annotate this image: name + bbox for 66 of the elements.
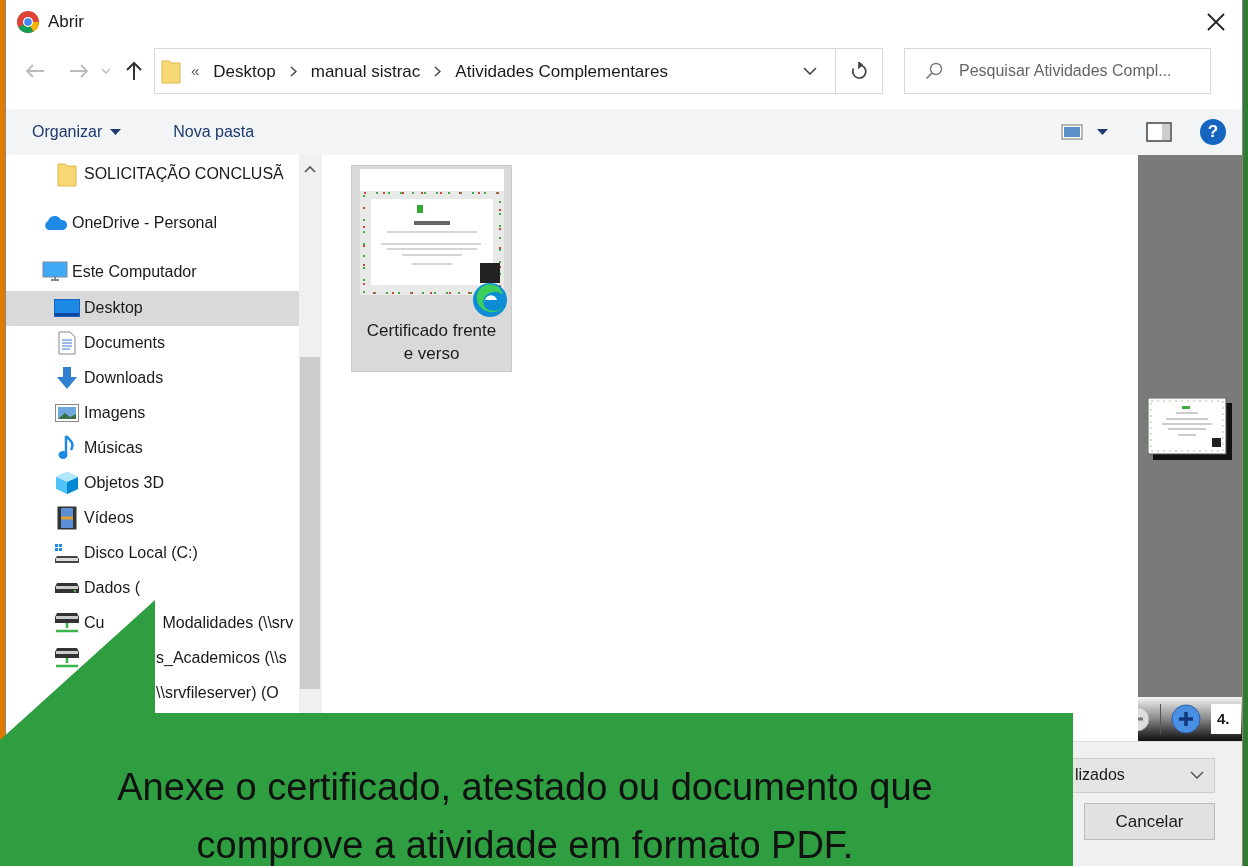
download-arrow-icon	[56, 366, 78, 391]
chevron-right-icon	[434, 65, 442, 77]
caret-icon	[1190, 771, 1204, 780]
system-drive-icon	[54, 542, 80, 565]
navigation-item[interactable]: Músicas	[6, 430, 299, 466]
computer-icon	[42, 260, 68, 283]
breadcrumb[interactable]: Atividades Complementares	[455, 58, 668, 85]
breadcrumb[interactable]: Desktop	[213, 58, 276, 85]
navigation-item[interactable]: Cu Modalidades (\\srv	[6, 605, 299, 641]
picture-icon	[55, 404, 79, 423]
navigation-item[interactable]: \\srvfileserver) (O	[6, 675, 299, 711]
breadcrumb[interactable]: manual sistrac	[310, 58, 421, 85]
navigation-item[interactable]: Documents	[6, 325, 299, 361]
cloud-icon	[42, 214, 68, 231]
caret-icon	[1097, 129, 1108, 136]
dropdown-caret-icon[interactable]	[803, 67, 817, 76]
address-bar[interactable]: « Desktop manual sistrac Atividades Complementares	[154, 48, 883, 95]
callout-text: Anexe o certificado, atestado ou documento que comprove a atividade em formato PDF.	[116, 765, 934, 866]
scrollbar-thumb[interactable]	[300, 356, 320, 689]
zoom-in-icon[interactable]	[1171, 703, 1201, 734]
forward-arrow-icon	[69, 63, 89, 80]
caret-icon	[101, 68, 111, 75]
close-icon	[1207, 12, 1225, 31]
folder-icon	[161, 58, 181, 85]
navigation-item[interactable]: s_Academicos (\\s	[6, 640, 299, 676]
file-tile[interactable]: Certificado frente e verso	[351, 164, 512, 372]
document-icon	[58, 331, 76, 356]
music-note-icon	[58, 435, 76, 462]
navigation-item[interactable]: Disco Local (C:)	[6, 535, 299, 571]
drive-icon	[54, 582, 80, 595]
cancel-button[interactable]: Cancelar	[1084, 802, 1215, 840]
window-title: Abrir	[48, 11, 84, 34]
navigation-item[interactable]: Downloads	[6, 360, 299, 396]
view-icon	[1061, 124, 1083, 141]
file-name: Certificado frente e verso	[365, 319, 498, 365]
navigation-item[interactable]: Desktop	[6, 290, 299, 326]
film-icon	[57, 506, 77, 531]
navigation-item[interactable]: Imagens	[6, 395, 299, 431]
browser-logo-icon	[16, 9, 40, 34]
network-drive-icon	[54, 612, 80, 635]
new-folder-button[interactable]: Nova pasta	[173, 120, 255, 145]
scroll-up-icon[interactable]	[304, 164, 316, 173]
overflow-chevrons[interactable]: «	[191, 60, 200, 83]
change-view-button[interactable]	[1061, 124, 1108, 141]
back-arrow-icon	[25, 63, 45, 80]
navigation-item[interactable]: SOLICITAÇÃO CONCLUSÃ	[6, 154, 299, 193]
navigation-item[interactable]: Este Computador	[6, 252, 299, 291]
folder-icon	[57, 160, 77, 187]
up-arrow-icon	[125, 61, 143, 82]
network-drive-icon	[54, 647, 80, 670]
chevron-right-icon	[289, 65, 297, 77]
search-field[interactable]: Pesquisar Atividades Compl...	[904, 48, 1211, 95]
pane-icon	[1146, 122, 1172, 143]
cube-icon	[55, 471, 79, 496]
navigation-item[interactable]: Objetos 3D	[6, 465, 299, 501]
refresh-icon	[851, 62, 867, 81]
navigation-item[interactable]: Dados (	[6, 570, 299, 606]
help-button[interactable]: ?	[1200, 119, 1226, 146]
navigation-item[interactable]: OneDrive - Personal	[6, 203, 299, 242]
preview-pane-button[interactable]	[1146, 122, 1172, 143]
search-icon	[925, 62, 943, 81]
caret-icon	[110, 129, 122, 136]
navigation-item[interactable]: Vídeos	[6, 500, 299, 536]
zoom-level-field[interactable]: 4.	[1211, 703, 1241, 734]
organize-menu[interactable]: Organizar	[32, 120, 122, 145]
desktop-icon	[54, 299, 80, 318]
